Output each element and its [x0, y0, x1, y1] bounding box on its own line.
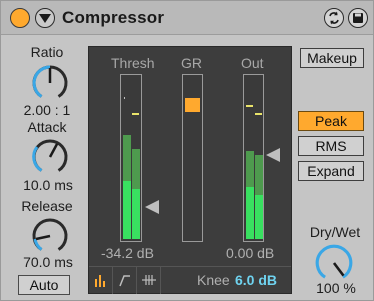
rms-mode-button[interactable]: RMS [298, 136, 364, 156]
out-label: Out [241, 55, 264, 71]
threshold-meter-right-bright [132, 189, 140, 239]
threshold-meter-left-bright [123, 181, 131, 239]
threshold-slider-arrow-icon[interactable] [145, 200, 159, 214]
save-preset-icon[interactable] [348, 8, 368, 28]
ratio-value[interactable]: 2.00 : 1 [15, 102, 79, 118]
meter-tick [124, 97, 125, 99]
attack-value[interactable]: 10.0 ms [18, 177, 78, 193]
release-label: Release [21, 198, 73, 214]
hot-swap-icon[interactable] [324, 8, 344, 28]
drywet-value[interactable]: 100 % [305, 280, 367, 296]
knee-label: Knee [197, 272, 230, 288]
drywet-label: Dry/Wet [309, 224, 361, 240]
output-gain-value[interactable]: 0.00 dB [226, 245, 274, 261]
ratio-knob[interactable] [30, 63, 70, 103]
peak-mode-button[interactable]: Peak [298, 111, 364, 131]
ratio-label: Ratio [30, 44, 64, 60]
meter-panel: Thresh GR Out -34.2 dB 0.00 dB Knee 6.0 … [88, 46, 292, 294]
output-meter-right-dim [255, 155, 263, 195]
threshold-meter[interactable] [120, 74, 142, 242]
thresh-label: Thresh [111, 55, 155, 71]
output-meter-right-bright [255, 195, 263, 239]
attack-knob[interactable] [30, 137, 70, 177]
output-meter[interactable] [243, 74, 264, 242]
panel-bottom-bar: Knee 6.0 dB [89, 266, 291, 294]
threshold-value[interactable]: -34.2 dB [101, 245, 154, 261]
output-meter-left-bright [246, 187, 254, 239]
power-toggle-icon[interactable] [10, 8, 30, 28]
output-peak-marker-right [255, 113, 262, 115]
expand-mode-button[interactable]: Expand [298, 161, 364, 181]
output-meter-left-dim [246, 151, 254, 187]
release-value[interactable]: 70.0 ms [18, 254, 78, 270]
auto-release-button[interactable]: Auto [18, 275, 70, 295]
gain-reduction-meter [182, 74, 203, 242]
threshold-meter-left-dim [123, 135, 131, 181]
drywet-knob[interactable] [313, 242, 355, 284]
device-title: Compressor [62, 8, 165, 27]
output-gain-slider-arrow-icon[interactable] [266, 148, 280, 162]
compressor-device: Compressor Ratio 2.00 : 1 Attack 10.0 ms [0, 0, 374, 301]
output-peak-marker-left [246, 105, 253, 107]
activity-view-icon[interactable] [89, 267, 113, 294]
makeup-button[interactable]: Makeup [300, 48, 364, 68]
fold-triangle-icon[interactable] [35, 8, 55, 28]
curve-view-icon[interactable] [113, 267, 137, 294]
attack-label: Attack [27, 119, 67, 135]
threshold-peak-marker [132, 113, 139, 115]
gr-label: GR [181, 55, 202, 71]
release-knob[interactable] [30, 216, 70, 256]
knee-value[interactable]: 6.0 dB [235, 272, 277, 288]
collapsed-view-icon[interactable] [137, 267, 161, 294]
gain-reduction-indicator [185, 98, 200, 112]
threshold-meter-right-dim [132, 149, 140, 189]
device-title-bar: Compressor [1, 1, 373, 35]
